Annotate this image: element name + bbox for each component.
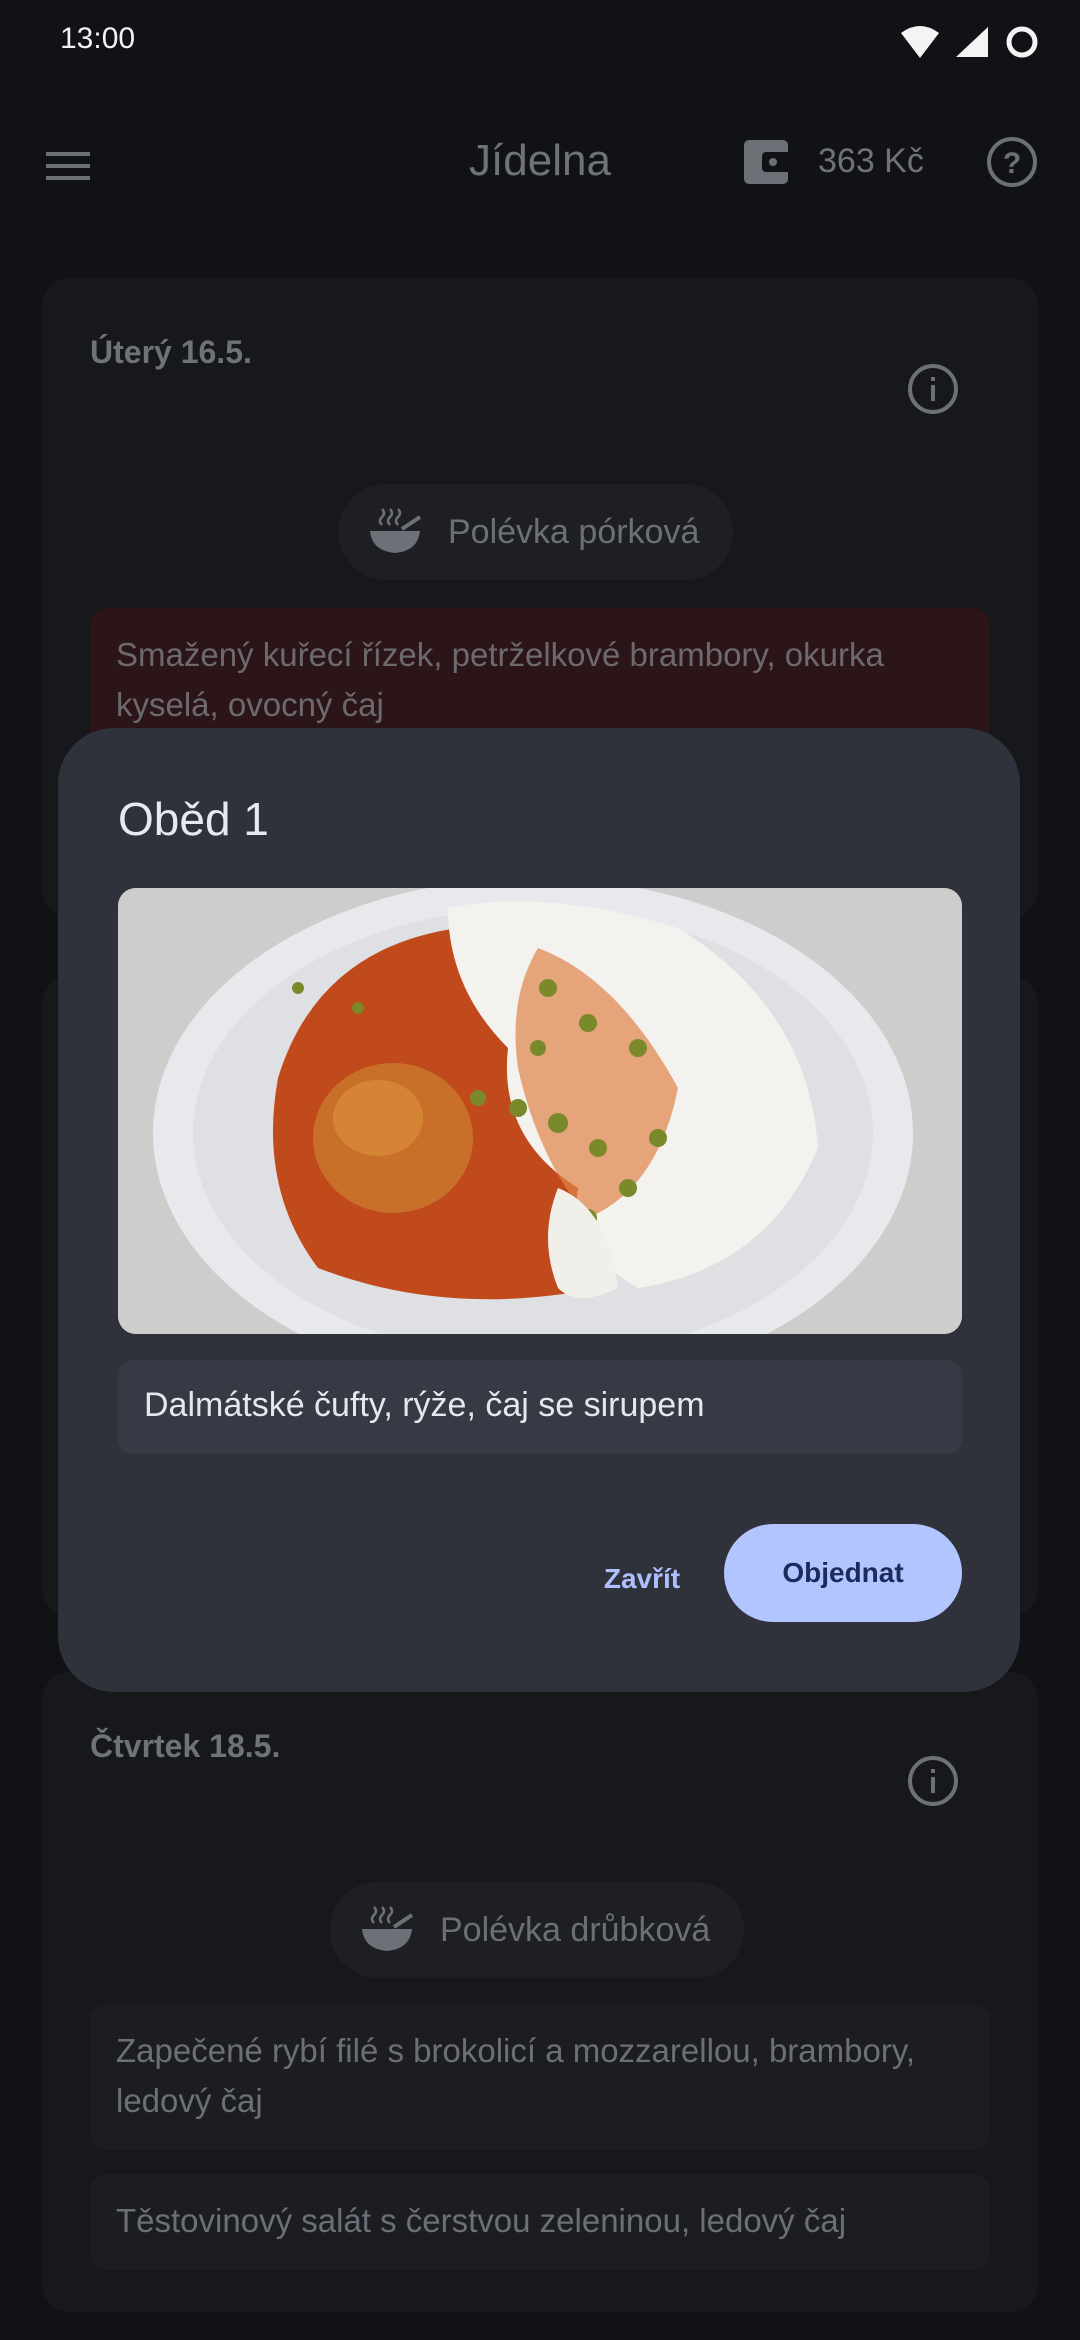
soup-bowl-icon xyxy=(370,508,422,553)
signal-icon xyxy=(956,27,988,57)
soup-chip[interactable]: Polévka pórková xyxy=(338,484,734,580)
meal-description: Dalmátské čufty, rýže, čaj se sirupem xyxy=(118,1360,962,1454)
meal-photo xyxy=(118,888,962,1334)
balance-amount[interactable]: 363 Kč xyxy=(818,142,924,181)
meal-detail-dialog: Oběd 1 Dalmátské čufty, rýže, čaj se sir… xyxy=(58,728,1020,1692)
status-bar: 13:00 xyxy=(0,0,1080,82)
meal-item[interactable]: Těstovinový salát s čerstvou zeleninou, … xyxy=(90,2174,990,2270)
meal-item[interactable]: Zapečené rybí filé s brokolicí a mozzare… xyxy=(90,2004,990,2150)
battery-ring-icon xyxy=(1006,26,1038,58)
order-button[interactable]: Objednat xyxy=(724,1524,962,1622)
help-icon[interactable]: ? xyxy=(982,132,1042,192)
soup-name: Polévka drůbková xyxy=(440,1910,711,1949)
wallet-icon[interactable] xyxy=(740,134,796,190)
meal-item[interactable]: Smažený kuřecí řízek, petrželkové brambo… xyxy=(90,608,990,748)
svg-text:?: ? xyxy=(1003,147,1021,180)
status-icons xyxy=(900,20,1040,64)
day-card: Čtvrtek 18.5. Polévka drůbková Zapečené … xyxy=(42,1672,1038,2312)
info-icon[interactable] xyxy=(904,1752,962,1810)
soup-chip[interactable]: Polévka drůbková xyxy=(330,1882,745,1978)
soup-bowl-icon xyxy=(362,1906,414,1951)
day-date: Úterý 16.5. xyxy=(90,334,252,370)
info-icon[interactable] xyxy=(904,360,962,418)
meal-photo-illustration xyxy=(118,888,962,1334)
dialog-title: Oběd 1 xyxy=(118,793,269,845)
wifi-icon xyxy=(901,26,939,58)
day-date: Čtvrtek 18.5. xyxy=(90,1728,281,1764)
status-time: 13:00 xyxy=(60,22,136,55)
close-button[interactable]: Zavřít xyxy=(574,1530,710,1628)
app-bar: Jídelna 363 Kč ? xyxy=(0,118,1080,208)
soup-name: Polévka pórková xyxy=(448,512,700,551)
